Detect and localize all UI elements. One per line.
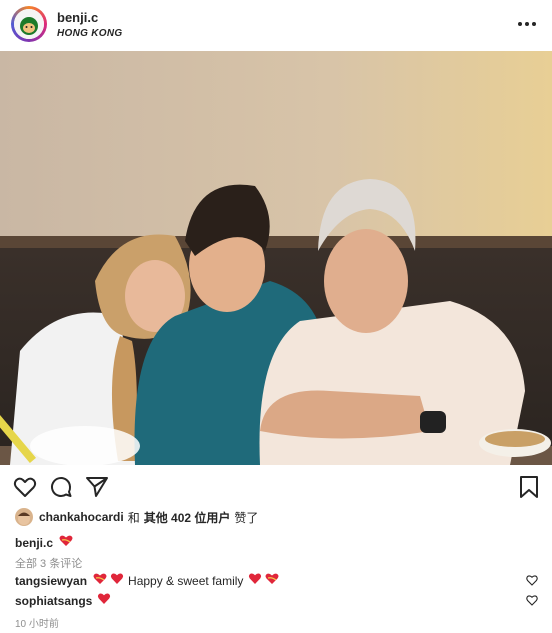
liker-username[interactable]: chankahocardi xyxy=(39,510,124,524)
red-heart-emoji-icon xyxy=(248,573,262,588)
likes-summary: chankahocardi 和 其他 402 位用户 赞了 xyxy=(15,507,258,527)
heart-ribbon-emoji-icon xyxy=(58,535,74,550)
comment-text: Happy & sweet family xyxy=(128,573,244,588)
paper-plane-icon[interactable] xyxy=(84,474,110,500)
likes-others-link[interactable]: 其他 402 位用户 xyxy=(144,509,231,526)
profile-avatar[interactable] xyxy=(11,6,47,42)
red-heart-emoji-icon xyxy=(110,573,124,588)
heart-outline-icon[interactable] xyxy=(12,474,38,500)
action-bar xyxy=(0,474,552,502)
likes-suffix: 赞了 xyxy=(234,510,259,525)
comment-username[interactable]: tangsiewyan xyxy=(15,574,87,588)
comment-item: tangsiewyan Happy & sweet family xyxy=(15,573,540,588)
red-heart-emoji-icon xyxy=(97,593,111,608)
heart-ribbon-emoji-icon xyxy=(92,573,108,588)
post-header: benji.c HONG KONG xyxy=(0,0,552,50)
bookmark-icon[interactable] xyxy=(516,474,542,500)
post-caption: benji.c xyxy=(15,535,75,550)
comment-bubble-icon[interactable] xyxy=(48,474,74,500)
more-options-icon[interactable] xyxy=(516,14,538,34)
post-photo[interactable] xyxy=(0,51,552,465)
post-username[interactable]: benji.c xyxy=(57,10,98,25)
post-timestamp: 10 小时前 xyxy=(15,619,59,630)
liker-avatar[interactable] xyxy=(15,508,33,526)
comment-item: sophiatsangs xyxy=(15,593,540,608)
comment-username[interactable]: sophiatsangs xyxy=(15,594,92,608)
heart-ribbon-emoji-icon xyxy=(264,573,280,588)
comment-like-heart-icon[interactable] xyxy=(526,595,538,609)
comment-like-heart-icon[interactable] xyxy=(526,575,538,589)
likes-connector: 和 xyxy=(127,510,140,525)
post-location[interactable]: HONG KONG xyxy=(57,28,122,39)
view-all-comments-link[interactable]: 全部 3 条评论 xyxy=(15,555,82,571)
caption-username[interactable]: benji.c xyxy=(15,536,53,550)
